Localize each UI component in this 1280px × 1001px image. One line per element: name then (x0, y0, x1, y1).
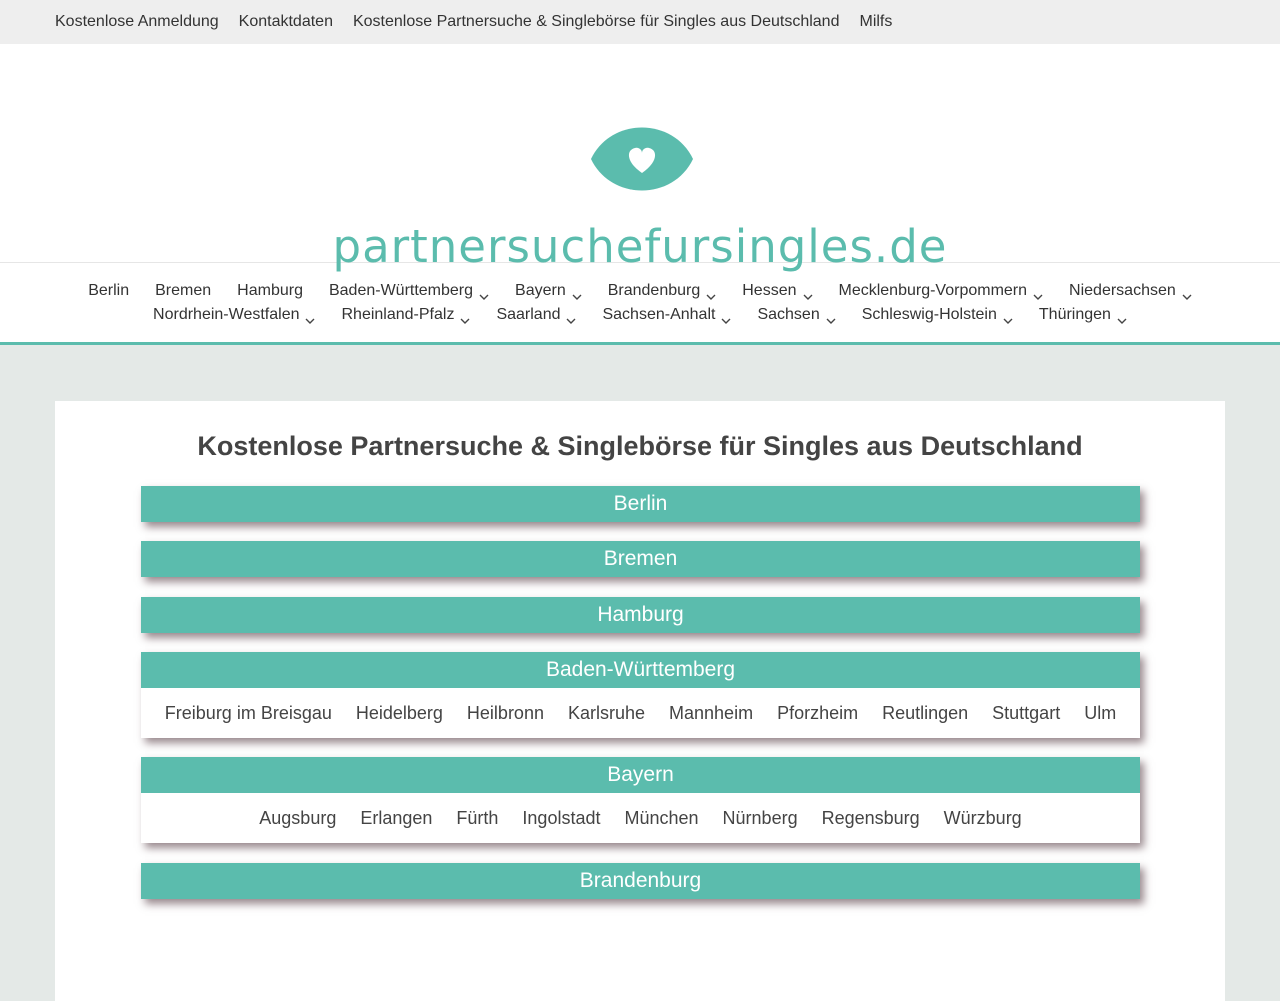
chevron-down-icon (1117, 310, 1127, 324)
city-list: Freiburg im Breisgau Heidelberg Heilbronn K… (141, 688, 1140, 738)
nav-item-label: Rheinland-Pfalz (341, 305, 455, 323)
chevron-down-icon (803, 286, 813, 300)
city-link-ingolstadt[interactable]: Ingolstadt (522, 808, 600, 829)
nav-item-bremen[interactable]: Bremen (155, 279, 211, 303)
city-link-karlsruhe[interactable]: Karlsruhe (568, 703, 645, 724)
city-link-pforzheim[interactable]: Pforzheim (777, 703, 858, 724)
region-panel-bremen: Bremen (141, 541, 1140, 577)
nav-item-label: Bayern (515, 281, 566, 299)
topbar-link-partnersuche[interactable]: Kostenlose Partnersuche & Singlebörse fü… (353, 13, 840, 31)
city-link-wuerzburg[interactable]: Würzburg (944, 808, 1022, 829)
region-header[interactable]: Berlin (141, 486, 1140, 522)
chevron-down-icon (1033, 286, 1043, 300)
region-panel-baden-wuerttemberg: Baden-Württemberg Freiburg im Breisgau Hei… (141, 652, 1140, 738)
region-panel-hamburg: Hamburg (141, 597, 1140, 633)
region-header[interactable]: Bremen (141, 541, 1140, 577)
city-link-stuttgart[interactable]: Stuttgart (992, 703, 1060, 724)
region-panel-brandenburg: Brandenburg (141, 863, 1140, 899)
region-panel-bayern: Bayern Augsburg Erlangen Fürth Ingolstadt Mün… (141, 757, 1140, 843)
nav-item-baden-wuerttemberg[interactable]: Baden-Württemberg (329, 279, 489, 303)
nav-item-brandenburg[interactable]: Brandenburg (608, 279, 717, 303)
nav-item-hamburg[interactable]: Hamburg (237, 279, 303, 303)
region-header[interactable]: Bayern (141, 757, 1140, 793)
nav-item-rheinland-pfalz[interactable]: Rheinland-Pfalz (341, 303, 470, 327)
chevron-down-icon (1182, 286, 1192, 300)
nav-item-label: Mecklenburg-Vorpommern (838, 281, 1028, 299)
region-panel-berlin: Berlin (141, 486, 1140, 522)
nav-item-bayern[interactable]: Bayern (515, 279, 582, 303)
top-bar: Kostenlose Anmeldung Kontaktdaten Kosten… (0, 0, 1280, 44)
city-link-muenchen[interactable]: München (624, 808, 698, 829)
city-link-erlangen[interactable]: Erlangen (360, 808, 432, 829)
topbar-link-milfs[interactable]: Milfs (859, 13, 892, 31)
nav-item-sachsen-anhalt[interactable]: Sachsen-Anhalt (602, 303, 731, 327)
nav-row: Nordrhein-Westfalen Rheinland-Pfalz Saarla… (140, 303, 1140, 327)
nav-item-label: Niedersachsen (1069, 281, 1176, 299)
nav-item-label: Schleswig-Holstein (861, 305, 997, 323)
city-link-augsburg[interactable]: Augsburg (259, 808, 336, 829)
topbar-link-anmeldung[interactable]: Kostenlose Anmeldung (55, 13, 219, 31)
nav-item-sachsen[interactable]: Sachsen (757, 303, 836, 327)
city-link-fuerth[interactable]: Fürth (456, 808, 498, 829)
nav-item-label: Baden-Württemberg (328, 281, 474, 299)
page-title: Kostenlose Partnersuche & Singlebörse fü… (197, 431, 1083, 461)
chevron-down-icon (572, 286, 582, 300)
nav-item-label: Hessen (742, 281, 797, 299)
nav-item-saarland[interactable]: Saarland (496, 303, 576, 327)
city-link-freiburg-im-breisgau[interactable]: Freiburg im Breisgau (165, 703, 332, 724)
nav-item-schleswig-holstein[interactable]: Schleswig-Holstein (862, 303, 1013, 327)
chevron-down-icon (479, 286, 489, 300)
city-list: Augsburg Erlangen Fürth Ingolstadt München Nü… (141, 793, 1140, 843)
topbar-link-kontaktdaten[interactable]: Kontaktdaten (239, 13, 333, 31)
nav-item-label: Sachsen-Anhalt (602, 305, 716, 323)
chevron-down-icon (706, 286, 716, 300)
region-header[interactable]: Brandenburg (141, 863, 1140, 899)
chevron-down-icon (566, 310, 576, 324)
city-link-heilbronn[interactable]: Heilbronn (467, 703, 544, 724)
content-card: Kostenlose Partnersuche & Singlebörse fü… (55, 401, 1225, 1001)
nav-item-label: Sachsen (757, 305, 820, 323)
heart-eye-icon[interactable] (589, 126, 695, 192)
nav-item-niedersachsen[interactable]: Niedersachsen (1069, 279, 1192, 303)
chevron-down-icon (721, 310, 731, 324)
region-header[interactable]: Baden-Württemberg (141, 652, 1140, 688)
nav-item-label: Nordrhein-Westfalen (153, 305, 300, 323)
region-header[interactable]: Hamburg (141, 597, 1140, 633)
main-navigation: Berlin Bremen Hamburg Baden-Württemberg Baye… (0, 263, 1280, 345)
city-link-nuernberg[interactable]: Nürnberg (723, 808, 798, 829)
nav-item-label: Brandenburg (607, 281, 701, 299)
nav-item-thueringen[interactable]: Thüringen (1039, 303, 1127, 327)
site-header: partnersuchefursingles.de (0, 44, 1280, 273)
city-link-reutlingen[interactable]: Reutlingen (882, 703, 968, 724)
nav-item-hessen[interactable]: Hessen (742, 279, 812, 303)
chevron-down-icon (1003, 310, 1013, 324)
nav-item-label: Saarland (496, 305, 561, 323)
chevron-down-icon (460, 310, 470, 324)
nav-item-label: Thüringen (1038, 305, 1111, 323)
nav-item-mecklenburg-vorpommern[interactable]: Mecklenburg-Vorpommern (839, 279, 1044, 303)
nav-item-label: Bremen (155, 281, 212, 299)
chevron-down-icon (826, 310, 836, 324)
nav-row: Berlin Bremen Hamburg Baden-Württemberg Baye… (75, 279, 1205, 303)
city-link-ulm[interactable]: Ulm (1084, 703, 1116, 724)
chevron-down-icon (305, 310, 315, 324)
nav-item-label: Berlin (88, 281, 130, 299)
city-link-heidelberg[interactable]: Heidelberg (356, 703, 443, 724)
site-title[interactable]: partnersuchefursingles.de (0, 220, 1280, 273)
nav-item-berlin[interactable]: Berlin (88, 279, 129, 303)
city-link-mannheim[interactable]: Mannheim (669, 703, 753, 724)
nav-item-label: Hamburg (237, 281, 303, 299)
nav-item-nordrhein-westfalen[interactable]: Nordrhein-Westfalen (153, 303, 315, 327)
city-link-regensburg[interactable]: Regensburg (822, 808, 920, 829)
